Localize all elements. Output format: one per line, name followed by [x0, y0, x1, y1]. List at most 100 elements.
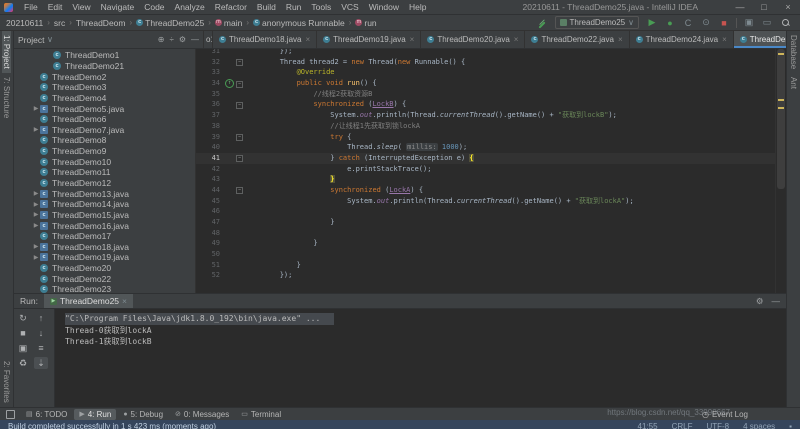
project-panel-header[interactable]: Project ∨ ⊕ ÷ ⚙ ―	[14, 31, 204, 48]
soft-wrap-icon[interactable]: ≡	[34, 342, 48, 354]
menu-navigate[interactable]: Navigate	[96, 2, 140, 12]
tool-window-button-ant[interactable]: Ant	[789, 73, 798, 93]
tree-item-threaddemo17[interactable]: cThreadDemo17	[14, 231, 195, 242]
tree-item-threaddemo18.java[interactable]: ▶cThreadDemo18.java	[14, 242, 195, 253]
down-stack-icon[interactable]: ↓	[34, 327, 48, 339]
scrollbar-thumb[interactable]	[777, 49, 785, 189]
tab-close-icon[interactable]: ×	[722, 35, 727, 44]
fold-icon[interactable]: −	[236, 134, 243, 141]
menu-view[interactable]: View	[67, 2, 95, 12]
menu-file[interactable]: File	[19, 2, 43, 12]
tree-item-threaddemo11[interactable]: cThreadDemo11	[14, 167, 195, 178]
menu-build[interactable]: Build	[252, 2, 281, 12]
hide-run-panel-icon[interactable]: ―	[772, 296, 781, 307]
code-editor[interactable]: 31 });32− Thread thread2 = new Thread(ne…	[196, 49, 786, 293]
scroll-to-end-icon[interactable]: ⇣	[34, 357, 48, 369]
code-line-35[interactable]: 35 //线程2获取资源B	[196, 89, 775, 100]
code-line-47[interactable]: 47 }	[196, 217, 775, 228]
run-tab[interactable]: ▶ ThreadDemo25 ×	[44, 294, 133, 308]
code-line-52[interactable]: 52 });	[196, 270, 775, 281]
thread-dump-icon[interactable]: ▣	[16, 342, 30, 354]
tree-item-threaddemo5.java[interactable]: ▶cThreadDemo5.java	[14, 103, 195, 114]
tab-close-icon[interactable]: ×	[305, 35, 310, 44]
restore-layout-icon[interactable]: ▭	[760, 17, 774, 28]
code-line-32[interactable]: 32− Thread thread2 = new Thread(new Runn…	[196, 57, 775, 68]
up-stack-icon[interactable]: ↑	[34, 312, 48, 324]
fold-icon[interactable]: −	[236, 59, 243, 66]
code-line-51[interactable]: 51 }	[196, 260, 775, 271]
editor-tab[interactable]: cThreadDemo19.java×	[317, 31, 421, 48]
expand-arrow-icon[interactable]: ▶	[32, 211, 40, 218]
expand-arrow-icon[interactable]: ▶	[32, 243, 40, 250]
collapse-all-icon[interactable]: ÷	[169, 35, 173, 44]
expand-arrow-icon[interactable]: ▶	[32, 126, 40, 133]
tab-close-icon[interactable]: ×	[514, 35, 519, 44]
profiler-button[interactable]: ⊙	[699, 17, 713, 28]
tool-window-button-6-todo[interactable]: ▤6: TODO	[21, 409, 72, 420]
fold-icon[interactable]: −	[236, 102, 243, 109]
override-marker-icon[interactable]: ↑	[225, 79, 234, 88]
run-button[interactable]: ▶	[645, 17, 659, 28]
tool-window-button-4-run[interactable]: ▶4: Run	[74, 409, 116, 420]
console-line[interactable]: Thread-0获取到lockA	[65, 325, 786, 337]
stop-button[interactable]: ■	[717, 18, 731, 28]
editor-tab[interactable]: o16.java×	[204, 31, 213, 48]
code-line-48[interactable]: 48	[196, 228, 775, 239]
expand-arrow-icon[interactable]: ▶	[32, 222, 40, 229]
code-line-43[interactable]: 43 }	[196, 174, 775, 185]
tree-item-threaddemo1[interactable]: cThreadDemo1	[14, 50, 195, 61]
fold-icon[interactable]: −	[236, 155, 243, 162]
code-line-34[interactable]: 34↑− public void run() {	[196, 78, 775, 89]
editor-tab[interactable]: cThreadDemo22.java×	[525, 31, 629, 48]
console-line[interactable]: Thread-1获取到lockB	[65, 336, 786, 348]
tree-item-threaddemo10[interactable]: cThreadDemo10	[14, 156, 195, 167]
breadcrumb-item[interactable]: mmain	[215, 18, 242, 28]
code-line-33[interactable]: 33 @Override	[196, 67, 775, 78]
run-console[interactable]: "C:\Program Files\Java\jdk1.8.0_192\bin\…	[55, 309, 786, 407]
panel-settings-gear-icon[interactable]: ⚙	[179, 35, 186, 44]
fold-icon[interactable]: −	[236, 187, 243, 194]
locate-file-icon[interactable]: ⊕	[158, 35, 165, 44]
breadcrumb-item[interactable]: cThreadDemo25	[136, 18, 204, 28]
tool-window-button-7-structure[interactable]: 7: Structure	[2, 73, 11, 122]
code-line-36[interactable]: 36− synchronized (LockB) {	[196, 99, 775, 110]
menu-refactor[interactable]: Refactor	[210, 2, 252, 12]
tool-window-button-terminal[interactable]: ▭Terminal	[236, 409, 286, 420]
menu-tools[interactable]: Tools	[306, 2, 336, 12]
avd-manager-icon[interactable]: ▣	[742, 17, 756, 28]
close-button[interactable]: ×	[776, 2, 800, 12]
tree-item-threaddemo9[interactable]: cThreadDemo9	[14, 146, 195, 157]
tree-item-threaddemo6[interactable]: cThreadDemo6	[14, 114, 195, 125]
tree-item-threaddemo14.java[interactable]: ▶cThreadDemo14.java	[14, 199, 195, 210]
code-line-37[interactable]: 37 System.out.println(Thread.currentThre…	[196, 110, 775, 121]
tree-item-threaddemo2[interactable]: cThreadDemo2	[14, 71, 195, 82]
tree-item-threaddemo3[interactable]: cThreadDemo3	[14, 82, 195, 93]
code-line-50[interactable]: 50	[196, 249, 775, 260]
hide-panel-icon[interactable]: ―	[191, 35, 199, 44]
code-line-45[interactable]: 45 System.out.println(Thread.currentThre…	[196, 196, 775, 207]
tool-window-switcher-icon[interactable]	[6, 410, 15, 419]
close-icon[interactable]: ×	[122, 296, 127, 306]
event-log-button[interactable]: ◷ Event Log	[702, 410, 794, 419]
menu-vcs[interactable]: VCS	[336, 2, 363, 12]
caret-position[interactable]: 41:55	[638, 422, 658, 429]
editor-scrollbar[interactable]	[775, 49, 786, 293]
tool-window-button-0-messages[interactable]: ⊘0: Messages	[170, 409, 234, 420]
expand-arrow-icon[interactable]: ▶	[32, 190, 40, 197]
breadcrumb-item[interactable]: canonymous Runnable	[253, 18, 345, 28]
fold-icon[interactable]: −	[236, 81, 243, 88]
expand-arrow-icon[interactable]: ▶	[32, 105, 40, 112]
tree-item-threaddemo7.java[interactable]: ▶cThreadDemo7.java	[14, 124, 195, 135]
code-line-39[interactable]: 39− try {	[196, 132, 775, 143]
indent-indicator[interactable]: 4 spaces	[743, 422, 775, 429]
tree-item-threaddemo19.java[interactable]: ▶cThreadDemo19.java	[14, 252, 195, 263]
editor-tab[interactable]: cThreadDemo24.java×	[630, 31, 734, 48]
editor-tab[interactable]: cThreadDemo20.java×	[421, 31, 525, 48]
breadcrumb-item[interactable]: src	[54, 18, 65, 28]
menu-help[interactable]: Help	[404, 2, 431, 12]
build-hammer-icon[interactable]	[535, 18, 549, 28]
tree-item-threaddemo4[interactable]: cThreadDemo4	[14, 93, 195, 104]
breadcrumb-item[interactable]: ThreadDeom	[76, 18, 126, 28]
console-line[interactable]: "C:\Program Files\Java\jdk1.8.0_192\bin\…	[65, 313, 786, 325]
encoding-indicator[interactable]: UTF-8	[706, 422, 729, 429]
